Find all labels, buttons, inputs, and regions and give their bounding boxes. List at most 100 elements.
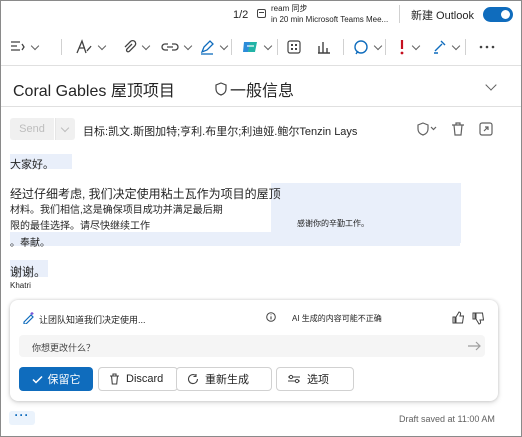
chevron-down-icon [183, 41, 193, 50]
chevron-down-icon [141, 41, 151, 50]
format-paint-icon [11, 41, 25, 51]
pop-out-button[interactable] [479, 122, 493, 139]
divider [399, 5, 400, 23]
reminder-subtitle[interactable]: in 20 min Microsoft Teams Mee... [271, 15, 388, 24]
shield-icon [215, 82, 227, 96]
show-more-button[interactable]: ··· [9, 409, 35, 425]
chevron-down-icon [60, 123, 70, 133]
copilot-prompt-title: 让团队知道我们决定使用... [39, 315, 146, 325]
divider [61, 39, 62, 55]
format-painter-button[interactable] [10, 37, 40, 57]
trash-icon [452, 122, 464, 136]
loop-button[interactable] [353, 37, 383, 57]
refresh-icon [187, 374, 199, 385]
new-outlook-toggle[interactable] [483, 7, 513, 22]
regenerate-button[interactable]: 重新生成 [176, 367, 272, 391]
divider [465, 39, 466, 55]
body-greeting: 大家好。 [10, 159, 54, 171]
discard-label: Discard [126, 373, 164, 385]
text-format-button[interactable] [75, 37, 107, 57]
regenerate-label: 重新生成 [205, 374, 249, 386]
sensitivity-text: 一般信息 [230, 83, 295, 100]
keep-it-button[interactable]: 保留它 [19, 367, 93, 391]
chevron-down-icon [97, 41, 107, 50]
apps-button[interactable] [287, 37, 301, 57]
title-bar: 1/2 ream 同步 in 20 min Microsoft Teams Me… [1, 1, 521, 28]
expand-button[interactable] [479, 79, 507, 95]
chevron-down-icon [485, 79, 497, 91]
copilot-draft-panel: 让团队知道我们决定使用... AI 生成的内容可能不正确 你想更改什么？ 保留它… [10, 300, 498, 401]
trash-icon [110, 373, 119, 385]
divider [343, 39, 344, 55]
options-label: 选项 [307, 374, 329, 386]
send-arrow-icon[interactable] [467, 341, 481, 351]
sensitivity-icon [434, 40, 446, 54]
highlight [10, 232, 460, 246]
chart-icon [318, 42, 330, 54]
chart-button[interactable] [317, 37, 331, 57]
info-icon[interactable] [266, 312, 276, 322]
body-line: 经过仔细考虑, 我们决定使用粘土瓦作为项目的屋顶 [10, 187, 281, 201]
copilot-button[interactable] [241, 37, 273, 57]
input-placeholder: 你想更改什么？ [32, 343, 96, 353]
more-options-button[interactable] [479, 37, 495, 57]
send-row: Send 目标:凯文.斯图加特;亨利.布里尔;利迪娅.鲍尔Tenzin Lays [1, 108, 521, 150]
draw-icon [200, 40, 214, 55]
more-icon [479, 45, 495, 49]
sparkle-pen-icon [23, 312, 34, 324]
page-counter: 1/2 [233, 9, 249, 21]
sensitivity-menu-button[interactable] [417, 122, 437, 139]
thumbs-down-icon[interactable] [472, 312, 485, 325]
divider [277, 39, 278, 55]
reminder-title[interactable]: ream 同步 [271, 3, 307, 14]
chevron-down-icon [219, 41, 229, 50]
chevron-down-icon [411, 41, 421, 50]
pop-out-icon [479, 122, 493, 136]
attach-file-button[interactable] [121, 37, 151, 57]
compose-window: 1/2 ream 同步 in 20 min Microsoft Teams Me… [0, 0, 522, 437]
ribbon-toolbar [1, 28, 521, 66]
apps-icon [287, 40, 301, 54]
importance-icon [400, 40, 404, 55]
loop-icon [354, 40, 368, 55]
sensitivity-button[interactable] [431, 37, 461, 57]
new-outlook-label: 新建 Outlook [411, 10, 474, 22]
draft-status: Draft saved at 11:00 AM [399, 414, 495, 424]
chevron-down-icon [451, 41, 461, 50]
discard-draft-button[interactable] [451, 122, 465, 139]
options-button[interactable]: 选项 [276, 367, 354, 391]
link-icon [161, 43, 179, 51]
subject-row: Coral Gables 屋顶项目 一般信息 [1, 67, 521, 107]
body-line: 限的最佳选择。请尽快继续工作 [10, 221, 150, 232]
keep-it-label: 保留它 [47, 374, 81, 386]
chevron-down-icon [373, 41, 383, 50]
divider [231, 39, 232, 55]
options-icon [288, 374, 300, 384]
copilot-icon [243, 42, 257, 52]
importance-button[interactable] [397, 37, 421, 57]
attach-icon [124, 39, 137, 53]
copilot-refine-input[interactable]: 你想更改什么？ [19, 335, 485, 357]
insert-link-button[interactable] [161, 37, 193, 57]
body-line: 。奉献。 [10, 238, 50, 249]
sensitivity-label[interactable]: 一般信息 [215, 77, 294, 101]
toggle-knob [501, 10, 510, 19]
divider [385, 39, 386, 55]
checkmark-icon [31, 375, 43, 384]
text-format-icon [76, 39, 92, 54]
body-closing: 谢谢。 [10, 265, 47, 279]
recipients-field[interactable]: 目标:凯文.斯图加特;亨利.布里尔;利迪娅.鲍尔Tenzin Lays [83, 123, 357, 139]
body-line: 感谢你的辛勤工作。 [297, 219, 369, 228]
calendar-icon [257, 9, 266, 18]
chevron-down-icon [30, 41, 40, 50]
ai-disclaimer: AI 生成的内容可能不正确 [292, 314, 382, 323]
shield-icon [417, 122, 437, 136]
body-line: 材料。我们相信,这是确保项目成功并满足最后期 [10, 205, 223, 216]
body-signature: Khatri [10, 281, 31, 290]
send-options-button[interactable] [55, 118, 75, 140]
send-button[interactable]: Send [10, 118, 54, 140]
draw-button[interactable] [199, 37, 229, 57]
thumbs-up-icon[interactable] [452, 311, 465, 324]
subject-field[interactable]: Coral Gables 屋顶项目 [13, 77, 175, 101]
discard-button[interactable]: Discard [98, 367, 178, 391]
